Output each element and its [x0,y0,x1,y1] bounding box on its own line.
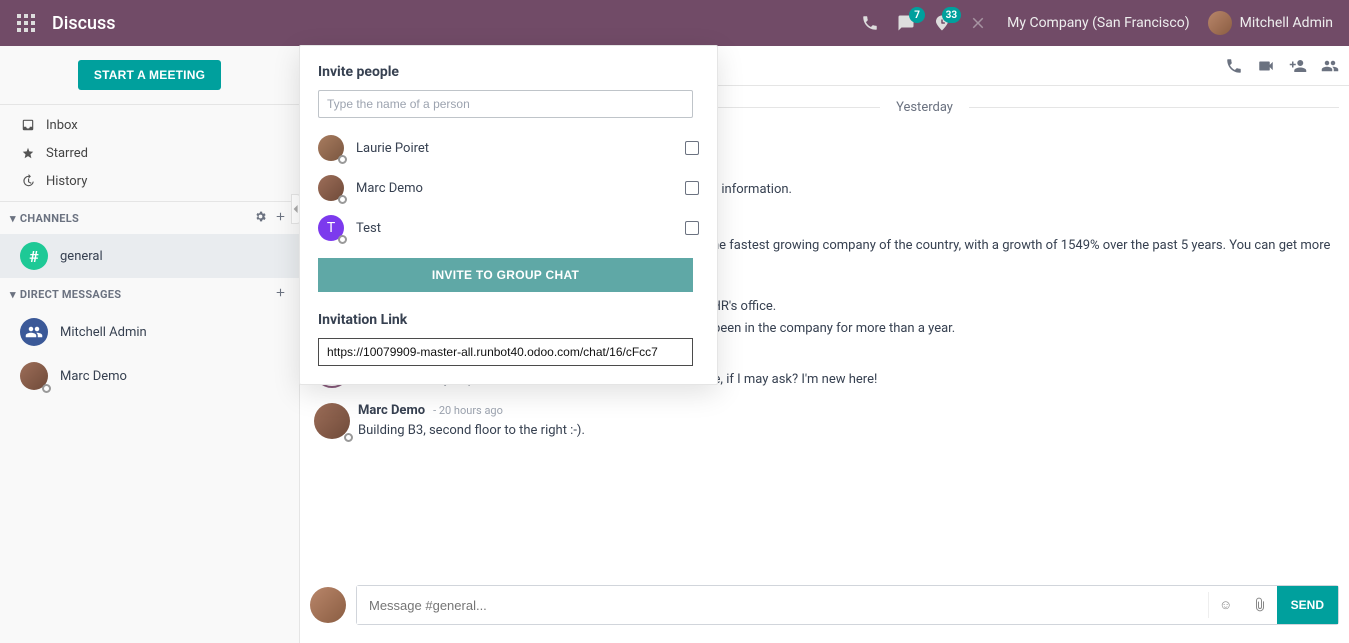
avatar: T [318,215,344,241]
message-text: Building B3, second floor to the right :… [358,420,1339,442]
channels-category-header[interactable]: ▾ CHANNELS [0,202,299,234]
sidebar-item-history[interactable]: History [0,167,299,195]
avatar [318,135,344,161]
sidebar-item-inbox[interactable]: Inbox [0,111,299,139]
company-selector[interactable]: My Company (San Francisco) [1007,15,1189,31]
content-area: Invite people Laurie Poiret Marc Demo T … [300,46,1349,643]
chevron-down-icon: ▾ [10,212,16,225]
message-time: - 20 hours ago [433,404,503,417]
user-menu[interactable]: Mitchell Admin [1208,11,1333,35]
video-icon[interactable] [1257,57,1275,75]
message-input[interactable] [357,586,1208,624]
invite-person-laurie[interactable]: Laurie Poiret [318,128,699,168]
start-meeting-button[interactable]: START A MEETING [78,60,221,90]
invite-person-test[interactable]: T Test [318,208,699,248]
user-name: Mitchell Admin [1240,15,1333,31]
channel-label: general [60,249,103,264]
invite-title: Invite people [318,64,699,80]
plus-icon[interactable] [274,210,287,223]
message-author[interactable]: Marc Demo [358,403,425,418]
invite-person-marc[interactable]: Marc Demo [318,168,699,208]
topbar: Discuss 7 33 My Company (San Francisco) … [0,0,1349,46]
send-button[interactable]: SEND [1277,586,1338,624]
channel-general[interactable]: # general [0,234,299,278]
star-icon [20,145,36,161]
checkbox[interactable] [685,141,699,155]
activities-icon[interactable]: 33 [933,14,951,32]
sidebar: START A MEETING Inbox Starred History ▾ … [0,46,300,643]
avatar [318,175,344,201]
day-label: Yesterday [880,100,969,115]
current-user-avatar [310,587,346,623]
main-container: START A MEETING Inbox Starred History ▾ … [0,46,1349,643]
message-text-fragment: y information [712,182,789,197]
attachment-icon[interactable] [1243,586,1277,624]
dm-marc-demo[interactable]: Marc Demo [0,354,299,398]
invitation-link-input[interactable] [318,338,693,366]
add-user-icon[interactable] [1289,57,1307,75]
messaging-icon[interactable]: 7 [897,14,915,32]
page-title: Discuss [52,13,116,34]
person-label: Marc Demo [356,181,685,196]
invitation-link-title: Invitation Link [318,312,699,328]
invite-search-input[interactable] [318,90,693,118]
hash-icon: # [20,242,48,270]
direct-messages-label: DIRECT MESSAGES [20,288,270,301]
avatar [20,362,48,390]
person-label: Test [356,221,685,236]
dm-mitchell-admin[interactable]: Mitchell Admin [0,310,299,354]
channels-label: CHANNELS [20,212,250,225]
plus-icon[interactable] [274,286,287,299]
activities-badge: 33 [942,7,961,23]
sidebar-item-starred[interactable]: Starred [0,139,299,167]
inbox-icon [20,117,36,133]
messaging-badge: 7 [909,7,925,23]
checkbox[interactable] [685,181,699,195]
gear-icon[interactable] [254,210,267,223]
phone-icon[interactable] [1225,57,1243,75]
emoji-icon[interactable]: ☺ [1209,586,1243,624]
members-icon[interactable] [1321,57,1339,75]
avatar [314,403,350,439]
direct-messages-category-header[interactable]: ▾ DIRECT MESSAGES [0,278,299,310]
debug-icon[interactable] [969,14,987,32]
message-text-fragment: he fastest growing company of the countr… [712,238,1330,253]
checkbox[interactable] [685,221,699,235]
sidebar-item-label: History [46,174,87,189]
message-row: Marc Demo - 20 hours ago Building B3, se… [310,397,1339,448]
invite-people-popover: Invite people Laurie Poiret Marc Demo T … [299,45,718,385]
invite-to-group-chat-button[interactable]: INVITE TO GROUP CHAT [318,258,693,292]
avatar [20,318,48,346]
dm-label: Marc Demo [60,369,127,384]
sidebar-item-label: Starred [46,146,88,161]
sidebar-item-label: Inbox [46,118,78,133]
history-icon [20,173,36,189]
composer-area: ☺ SEND [300,569,1349,643]
dm-label: Mitchell Admin [60,325,147,340]
message-composer: ☺ SEND [356,585,1339,625]
chevron-down-icon: ▾ [10,288,16,301]
apps-menu-icon[interactable] [16,13,36,33]
person-label: Laurie Poiret [356,141,685,156]
voip-icon[interactable] [861,14,879,32]
user-avatar [1208,11,1232,35]
